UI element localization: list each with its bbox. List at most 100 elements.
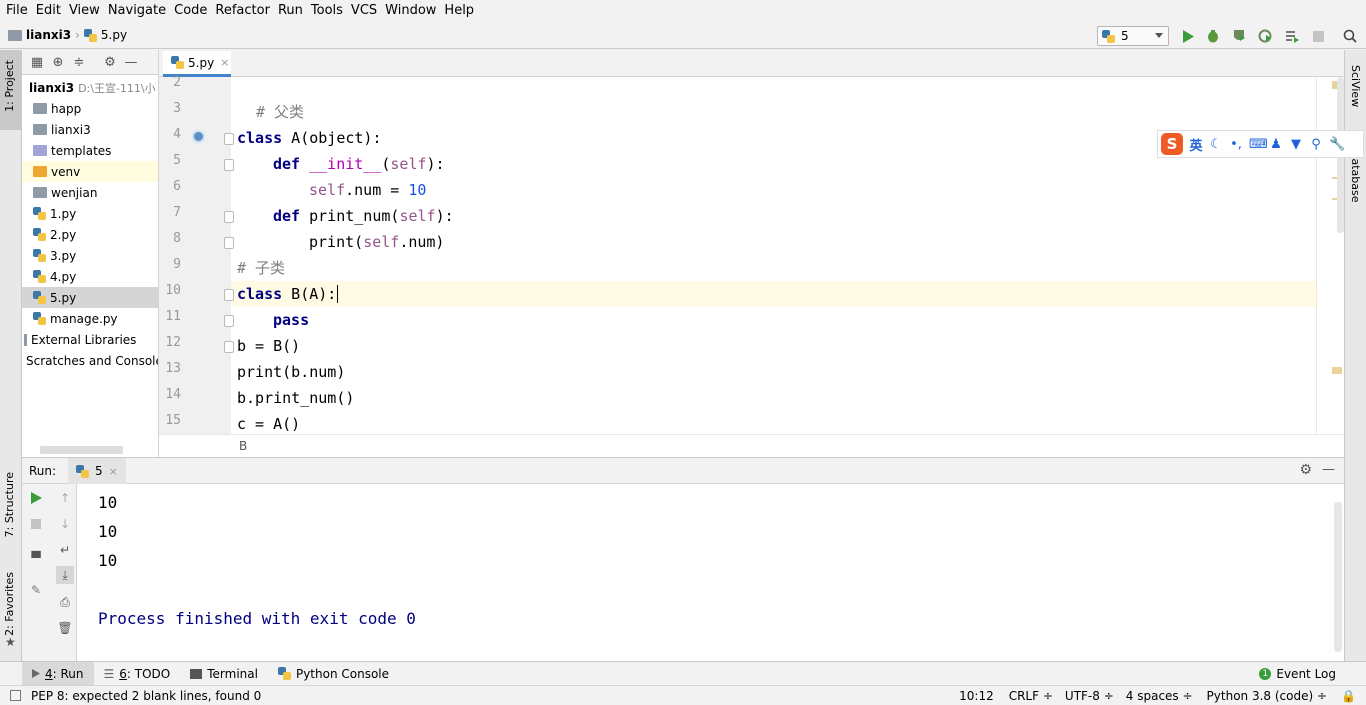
keyboard-icon[interactable]: ⌨: [1249, 137, 1268, 152]
wrench-icon[interactable]: 🔧: [1329, 137, 1345, 152]
python-file-icon: [171, 56, 184, 69]
tree-item-5py[interactable]: 5.py: [22, 287, 158, 308]
menu-run[interactable]: Run: [274, 0, 307, 22]
ime-language-toggle[interactable]: 英: [1189, 135, 1203, 154]
editor-tab-5py[interactable]: 5.py ×: [163, 51, 231, 77]
run-concurrency-button[interactable]: [1283, 27, 1301, 45]
run-tab-5[interactable]: 5 ×: [68, 458, 126, 484]
console-output[interactable]: 10 10 10 Process finished with exit code…: [98, 488, 416, 633]
punctuation-icon[interactable]: •,: [1229, 137, 1243, 152]
coverage-button[interactable]: [1230, 27, 1248, 45]
restore-layout-icon[interactable]: ▀: [27, 549, 45, 567]
python-file-icon: [33, 312, 46, 325]
terminal-icon: [190, 668, 203, 679]
tree-item-happ[interactable]: happ: [22, 98, 158, 119]
project-view-icon[interactable]: ▦: [30, 55, 44, 70]
pin-icon[interactable]: ✎: [27, 581, 45, 599]
sciview-tool-tab[interactable]: SciView: [1349, 65, 1362, 107]
sogou-logo-icon[interactable]: S: [1161, 133, 1183, 155]
menu-edit[interactable]: Edit: [32, 0, 65, 22]
menu-help[interactable]: Help: [440, 0, 478, 22]
down-arrow-icon[interactable]: ↓: [56, 515, 74, 533]
rerun-button[interactable]: [27, 489, 45, 507]
stop-button[interactable]: [1309, 27, 1327, 45]
breadcrumb-project[interactable]: lianxi3: [26, 28, 71, 42]
profile-button[interactable]: [1256, 27, 1274, 45]
debug-button[interactable]: [1204, 27, 1222, 45]
tree-item-templates[interactable]: templates: [22, 140, 158, 161]
editor-breadcrumb[interactable]: B: [159, 434, 1344, 457]
menu-tools[interactable]: Tools: [307, 0, 347, 22]
tool-tab-todo[interactable]: ☰ 6: TODO: [94, 662, 181, 686]
minimize-icon[interactable]: —: [124, 55, 138, 70]
tree-item-external-libraries[interactable]: External Libraries: [22, 329, 158, 350]
tool-tab-python-console[interactable]: Python Console: [268, 662, 399, 686]
menu-vcs[interactable]: VCS: [347, 0, 381, 22]
lock-icon[interactable]: 🔒: [1341, 689, 1356, 703]
tree-item-4py[interactable]: 4.py: [22, 266, 158, 287]
tree-item-scratches[interactable]: Scratches and Consoles: [22, 350, 158, 371]
folder-icon: [33, 187, 47, 198]
tree-item-wenjian[interactable]: wenjian: [22, 182, 158, 203]
favorites-tool-tab[interactable]: 2: Favorites: [3, 572, 16, 636]
indent-setting[interactable]: 4 spaces ÷: [1126, 689, 1193, 703]
tree-item-lianxi3[interactable]: lianxi3: [22, 119, 158, 140]
close-icon[interactable]: ×: [109, 465, 118, 478]
project-tool-tab[interactable]: 1: Project: [3, 60, 16, 112]
structure-tool-tab[interactable]: 7: Structure: [3, 472, 16, 537]
tree-item-3py[interactable]: 3.py: [22, 245, 158, 266]
vertical-scrollbar[interactable]: [1334, 502, 1342, 652]
horizontal-scrollbar[interactable]: [40, 446, 123, 454]
tree-item-venv[interactable]: venv: [22, 161, 158, 182]
overrides-icon[interactable]: [192, 130, 205, 143]
toggle-tool-windows-icon[interactable]: [10, 690, 21, 701]
caret-position[interactable]: 10:12: [959, 689, 994, 703]
breadcrumb-file[interactable]: 5.py: [101, 28, 127, 42]
close-icon[interactable]: ×: [220, 56, 229, 69]
code-text-area[interactable]: # 父类 class A(object): def __init__(self)…: [231, 77, 1316, 434]
search-icon[interactable]: ⚲: [1309, 137, 1323, 152]
tool-tab-terminal[interactable]: Terminal: [180, 662, 268, 686]
soft-wrap-icon[interactable]: ↵: [56, 541, 74, 559]
stop-button[interactable]: [27, 515, 45, 533]
skin-icon[interactable]: ▼: [1289, 137, 1303, 152]
up-arrow-icon[interactable]: ↑: [56, 489, 74, 507]
library-icon: [24, 333, 27, 346]
console-line: 10: [98, 493, 118, 512]
trash-icon[interactable]: 🗑: [56, 619, 74, 637]
collapse-all-icon[interactable]: ≑: [72, 55, 86, 70]
tree-item-2py[interactable]: 2.py: [22, 224, 158, 245]
run-button[interactable]: [1179, 27, 1197, 45]
menu-window[interactable]: Window: [381, 0, 440, 22]
gear-icon[interactable]: ⚙: [103, 55, 117, 70]
run-panel: Run: 5 × ⚙ — ▀ ✎ ↑ ↓ ↵ ⤓ ⎙ 🗑 10 10 10 Pr…: [22, 457, 1344, 662]
python-interpreter[interactable]: Python 3.8 (code) ÷: [1207, 689, 1328, 703]
print-icon[interactable]: ⎙: [56, 593, 74, 611]
menu-file[interactable]: File: [2, 0, 32, 22]
menu-view[interactable]: View: [65, 0, 104, 22]
status-message[interactable]: PEP 8: expected 2 blank lines, found 0: [31, 689, 261, 703]
menu-navigate[interactable]: Navigate: [104, 0, 170, 22]
event-log-button[interactable]: 1 Event Log: [1249, 662, 1346, 686]
warning-marker[interactable]: [1332, 367, 1342, 374]
line-separator[interactable]: CRLF ÷: [1009, 689, 1053, 703]
menu-code[interactable]: Code: [170, 0, 211, 22]
python-file-icon: [33, 207, 46, 220]
search-everywhere-button[interactable]: [1341, 27, 1359, 45]
gear-icon[interactable]: ⚙: [1299, 462, 1312, 478]
moon-icon[interactable]: ☾: [1209, 137, 1223, 152]
console-line: 10: [98, 551, 118, 570]
minimize-icon[interactable]: —: [1322, 462, 1335, 477]
locate-icon[interactable]: ⊕: [51, 55, 65, 70]
tree-item-1py[interactable]: 1.py: [22, 203, 158, 224]
run-configuration-select[interactable]: 5: [1097, 26, 1169, 46]
folder-icon: [8, 29, 22, 41]
tree-item-managepy[interactable]: manage.py: [22, 308, 158, 329]
user-icon[interactable]: ♟: [1269, 137, 1283, 152]
tool-tab-run[interactable]: 4: Run: [22, 661, 94, 686]
menu-refactor[interactable]: Refactor: [211, 0, 274, 22]
code-line-14: b.print_num(): [237, 389, 355, 407]
scroll-to-end-icon[interactable]: ⤓: [56, 566, 74, 584]
file-encoding[interactable]: UTF-8 ÷: [1065, 689, 1114, 703]
tree-root[interactable]: lianxi3 D:\王宣-111\小: [22, 77, 158, 98]
